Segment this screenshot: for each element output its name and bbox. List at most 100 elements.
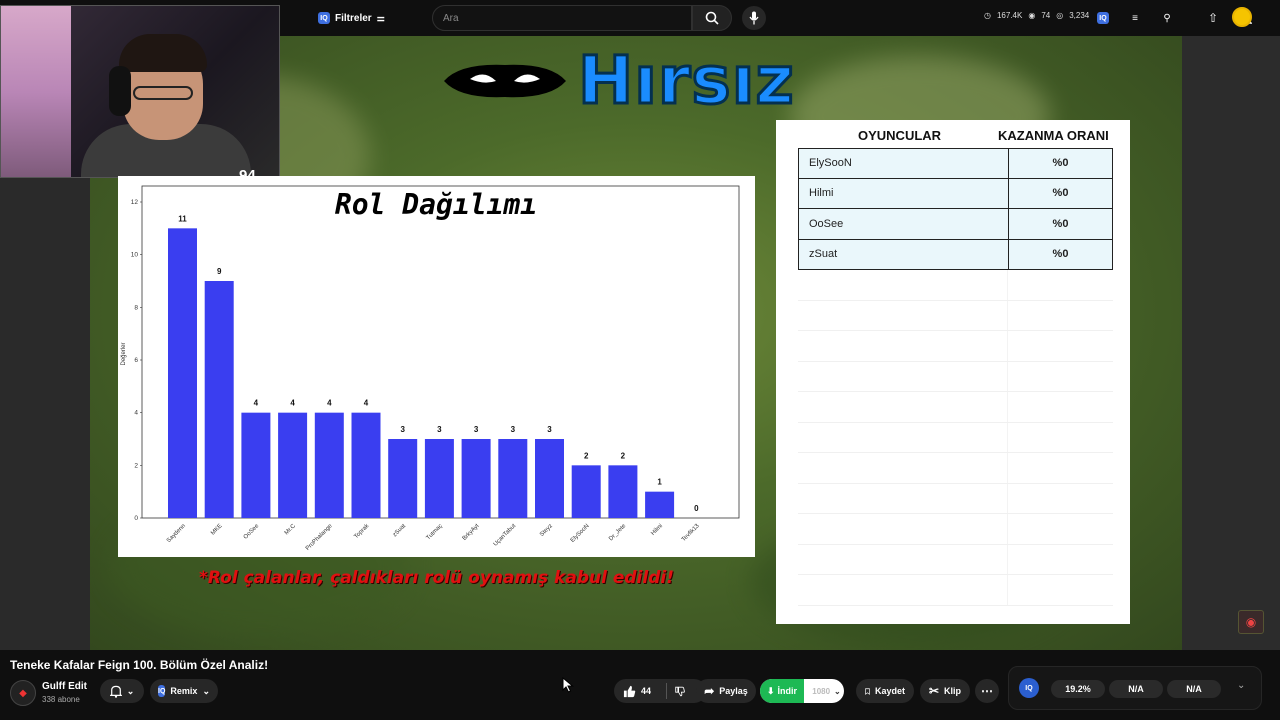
empty-table-row	[798, 483, 1113, 514]
chevron-down-icon[interactable]: ⌄	[1237, 680, 1245, 691]
like-count: 44	[641, 686, 652, 696]
download-action[interactable]: ⬇ İndir	[760, 679, 804, 703]
quality-value: 1080	[812, 686, 831, 696]
quality-select[interactable]: 1080 ⌄	[809, 687, 844, 696]
rate-cell: %0	[1052, 248, 1069, 261]
empty-cell	[798, 544, 1008, 574]
thumbs-down-icon	[675, 686, 685, 696]
clip-label: Klip	[944, 686, 962, 696]
iq-icon: IQ	[318, 12, 330, 24]
bar	[388, 439, 418, 518]
x-tick-label: Tutmaç	[426, 523, 444, 541]
save-button[interactable]: Kaydet	[856, 679, 914, 703]
win-rate-table: OYUNCULAR KAZANMA ORANI ElySooN %0 Hilmi…	[776, 120, 1130, 624]
role-distribution-chart: Rol Dağılımı Değerler 0 2 4 6 8 10 12 11 9 4 4 4 4 3…	[118, 176, 755, 557]
views-stat: 167.4K	[996, 11, 1023, 20]
bar	[204, 281, 234, 518]
empty-cell	[798, 514, 1008, 544]
empty-table-row	[798, 453, 1113, 484]
share-arrow-icon: ➦	[704, 684, 715, 698]
likes-stat: 74	[1041, 11, 1051, 20]
y-axis-ticks: 0 2 4 6 8 10 12	[131, 199, 142, 522]
chart-svg: Rol Dağılımı Değerler 024681012 1194 4 4 43…	[121, 185, 740, 552]
iq-icon: IQ	[158, 685, 166, 697]
bar	[351, 412, 381, 518]
logo-icon: ◉	[1245, 615, 1257, 629]
download-icon: ⬇	[766, 685, 775, 696]
y-axis-label: Değerler	[121, 342, 127, 365]
scissors-icon: ✂	[928, 684, 940, 698]
bell-icon	[109, 685, 122, 698]
filters-button[interactable]: IQ Filtreler ⚌	[310, 7, 393, 29]
search-button[interactable]	[692, 5, 732, 31]
bar-value-label: 4	[364, 399, 369, 408]
upload-icon[interactable]: ⇧	[1202, 7, 1224, 29]
empty-cell	[798, 270, 1008, 300]
empty-table-row	[798, 300, 1113, 331]
channel-stats: ◷ 167.4K ◉ 74 ◎ 3,234	[984, 11, 1089, 20]
bar-value-label: 0	[694, 504, 699, 513]
player-cell: Hilmi	[799, 178, 1009, 208]
bar-value-label: 1	[657, 478, 662, 487]
bar-value-label: 3	[547, 425, 552, 434]
bar-value-label: 4	[327, 399, 332, 408]
share-button[interactable]: ➦ Paylaş	[696, 679, 756, 703]
y-tick-label: 2	[134, 462, 138, 469]
x-tick-label: BrkyAyt	[462, 523, 481, 542]
empty-table-row	[798, 361, 1113, 392]
subscriber-count: 338 abone	[42, 695, 80, 704]
save-label: Kaydet	[874, 686, 905, 696]
x-tick-label: zSuat	[392, 523, 407, 538]
bar	[608, 465, 638, 518]
table-row: OoSee %0	[798, 209, 1113, 240]
download-button[interactable]: ⬇ İndir 1080 ⌄	[760, 679, 844, 703]
headphone-icon	[109, 66, 131, 116]
download-label: İndir	[777, 686, 798, 696]
menu-lines-icon[interactable]: ≡	[1124, 7, 1146, 29]
sliders-icon: ⚌	[376, 12, 385, 23]
table-row: ElySooN %0	[798, 148, 1113, 179]
iq-stat-percent: 19.2%	[1051, 680, 1105, 698]
bar-value-label: 11	[178, 214, 187, 223]
y-tick-label: 10	[131, 252, 139, 259]
mouse-cursor-icon	[562, 677, 574, 693]
x-tick-label: Dr_Jete	[608, 523, 628, 543]
player-cell: ElySooN	[799, 149, 1009, 178]
x-tick-label: ElySooN	[570, 523, 591, 544]
bar	[241, 412, 271, 518]
clip-button[interactable]: ✂ Klip	[920, 679, 970, 703]
empty-rows	[798, 270, 1113, 606]
empty-cell	[798, 483, 1008, 513]
channel-name[interactable]: Gulff Edit	[42, 681, 87, 692]
more-dots-icon: ⋯	[981, 684, 993, 698]
empty-table-row	[798, 270, 1113, 301]
bar-value-label: 3	[511, 425, 516, 434]
x-tick-label: ProPhalange	[305, 523, 334, 552]
x-tick-label: Toprak	[353, 522, 371, 540]
bar	[571, 465, 601, 518]
search-input[interactable]: Ara	[432, 5, 692, 31]
more-options-button[interactable]: ⋯	[975, 679, 999, 703]
footnote: *Rol çalanlar, çaldıkları rolü oynamış k…	[199, 568, 674, 588]
x-tick-label: UçanTabut	[493, 523, 518, 548]
voice-search-button[interactable]	[742, 6, 766, 30]
rate-cell: %0	[1052, 187, 1069, 200]
dislike-button[interactable]	[666, 679, 694, 703]
watching-stat: 3,234	[1069, 11, 1090, 20]
remix-button[interactable]: IQ Remix ⌄	[150, 679, 218, 703]
eye-icon: ◎	[1056, 11, 1064, 20]
iq-extension-button[interactable]: IQ	[1092, 7, 1114, 29]
channel-avatar[interactable]: ◆	[10, 680, 36, 706]
translate-icon[interactable]: ⚲	[1156, 7, 1178, 29]
iq-logo-icon: IQ	[1019, 678, 1039, 698]
subscribe-bell-button[interactable]: ⌄	[100, 679, 144, 703]
chevron-down-icon: ⌄	[126, 685, 135, 696]
x-tick-label: OoSee	[243, 523, 261, 541]
bar	[498, 439, 528, 518]
iq-stat-3: N/A	[1167, 680, 1221, 698]
account-avatar[interactable]	[1232, 7, 1252, 27]
rate-cell: %0	[1052, 217, 1069, 230]
bar	[535, 439, 564, 518]
player-cell: zSuat	[799, 239, 1009, 269]
overlay-corner-button[interactable]: ◉	[1238, 610, 1264, 634]
